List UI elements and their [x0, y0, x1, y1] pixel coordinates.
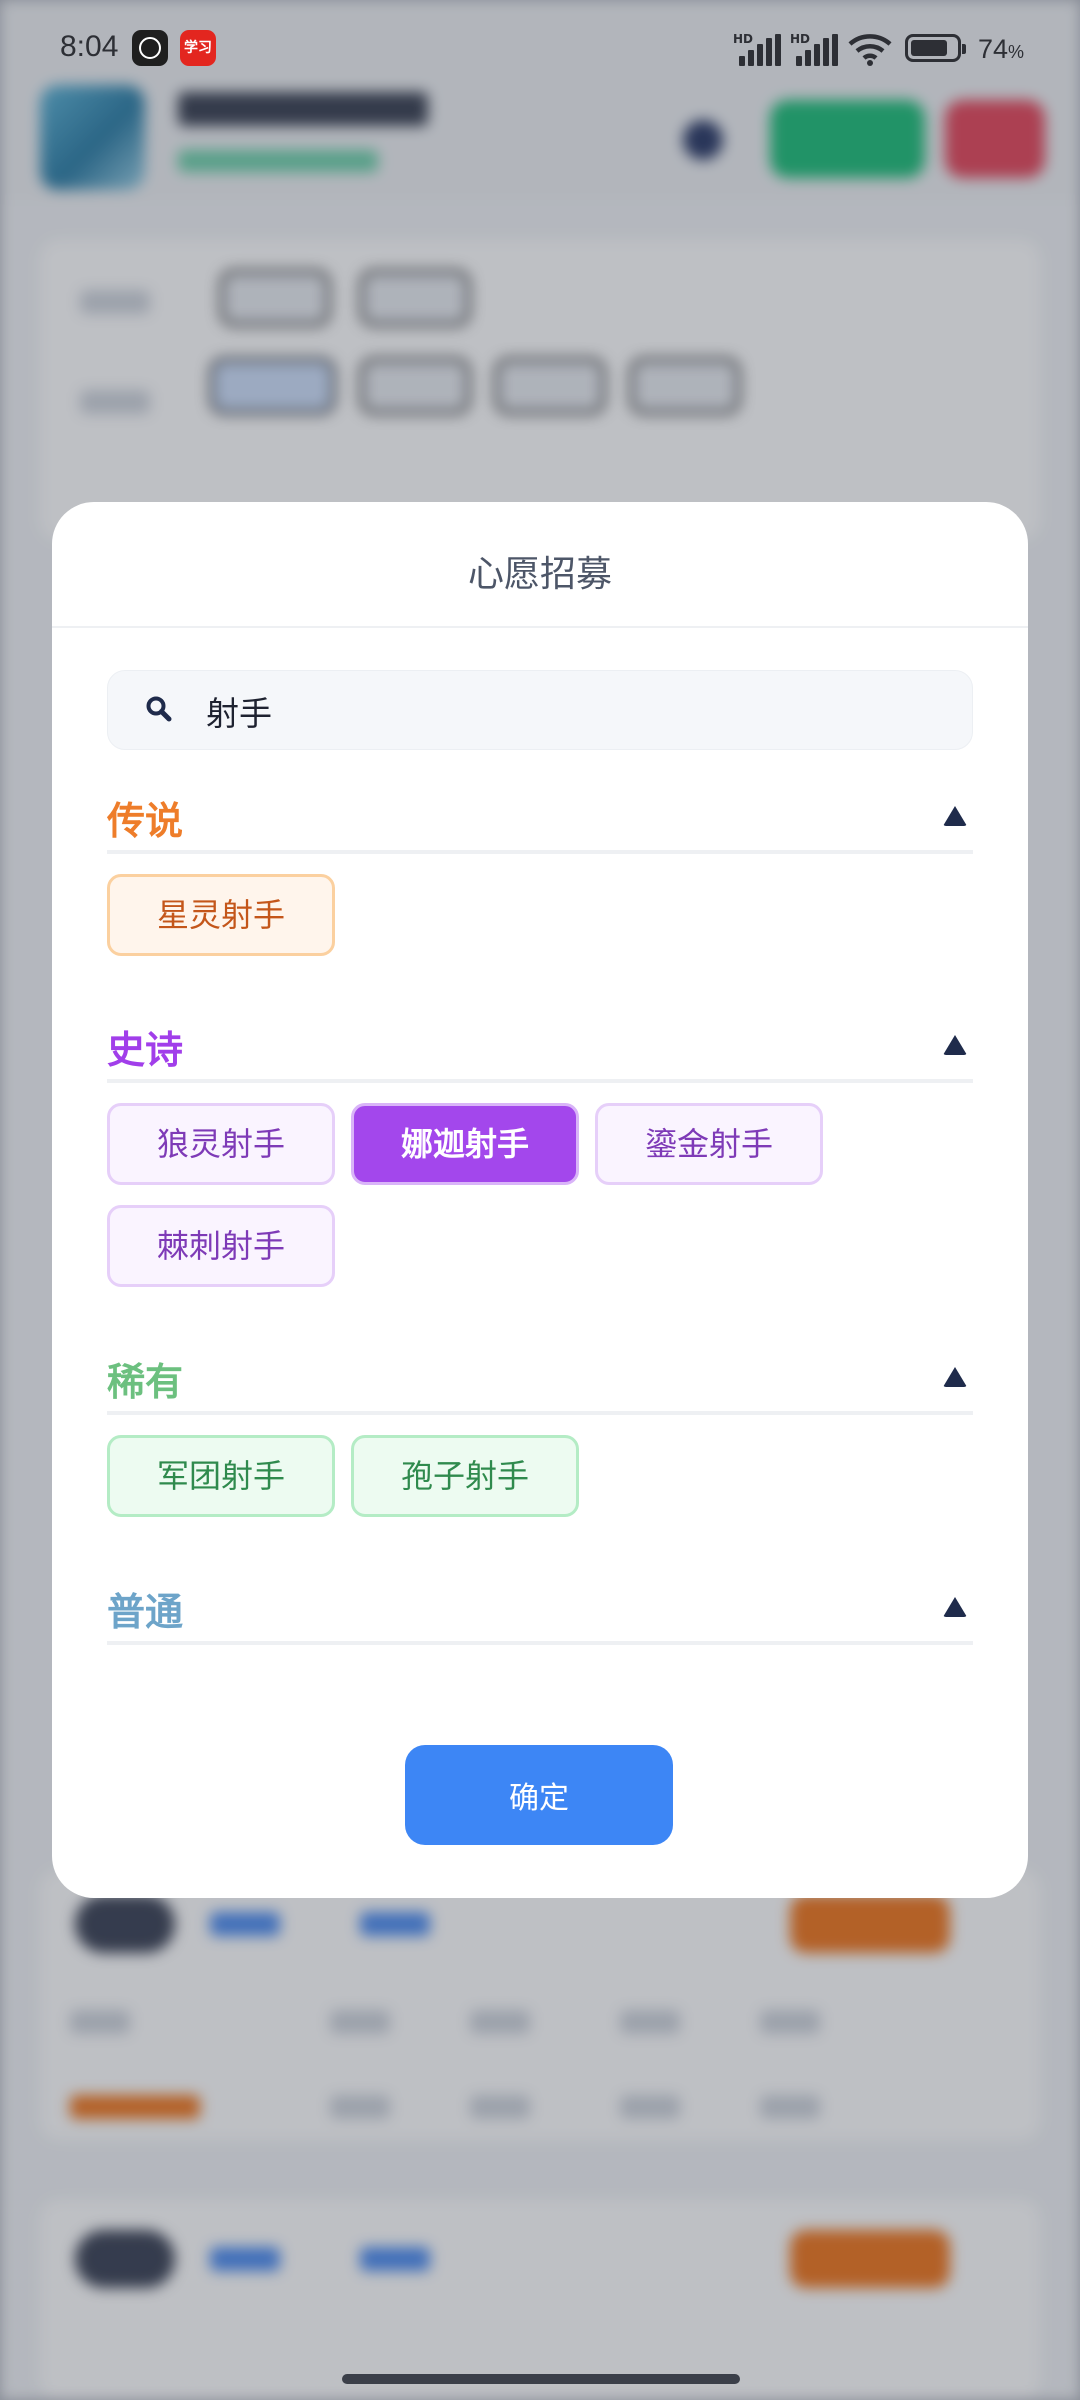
- collapse-caret-icon[interactable]: [943, 806, 967, 826]
- section-header[interactable]: 传说: [107, 778, 973, 854]
- search-box[interactable]: [107, 670, 973, 751]
- study-app-icon: 学习: [180, 30, 216, 66]
- section-title: 普通: [107, 1590, 184, 1634]
- section-legendary: 传说 星灵射手: [107, 778, 973, 956]
- section-title: 稀有: [107, 1360, 184, 1404]
- section-title: 传说: [107, 799, 184, 843]
- section-header[interactable]: 普通: [107, 1569, 973, 1645]
- hero-chip[interactable]: 棘刺射手: [107, 1205, 335, 1287]
- section-common: 普通: [107, 1569, 973, 1645]
- section-title: 史诗: [107, 1028, 184, 1072]
- battery-icon: [905, 34, 966, 62]
- hero-chip[interactable]: 狼灵射手: [107, 1103, 335, 1185]
- home-indicator[interactable]: [342, 2374, 740, 2384]
- section-header[interactable]: 史诗: [107, 1007, 973, 1083]
- confirm-button[interactable]: 确定: [405, 1745, 673, 1845]
- section-header[interactable]: 稀有: [107, 1339, 973, 1415]
- wish-recruit-dialog: 心愿招募 传说 星灵射手 史诗 狼灵射手 娜迦射手 鎏金射手 棘刺射手: [52, 502, 1028, 1898]
- section-epic: 史诗 狼灵射手 娜迦射手 鎏金射手 棘刺射手: [107, 1007, 973, 1287]
- search-input[interactable]: [204, 671, 948, 751]
- hero-chip[interactable]: 鎏金射手: [595, 1103, 823, 1185]
- collapse-caret-icon[interactable]: [943, 1035, 967, 1055]
- hero-chip[interactable]: 孢子射手: [351, 1435, 579, 1517]
- clock-app-icon: [132, 30, 168, 66]
- battery-level: 74%: [978, 34, 1025, 64]
- dialog-title: 心愿招募: [52, 502, 1028, 628]
- hero-chip[interactable]: 军团射手: [107, 1435, 335, 1517]
- signal-icon: HD: [733, 32, 783, 66]
- collapse-caret-icon[interactable]: [943, 1367, 967, 1387]
- hero-chip[interactable]: 星灵射手: [107, 874, 335, 956]
- status-time: 8:04: [60, 30, 119, 63]
- status-bar: 8:04 学习 HD HD 74%: [0, 0, 1080, 100]
- collapse-caret-icon[interactable]: [943, 1597, 967, 1617]
- search-icon: [146, 696, 172, 722]
- section-rare: 稀有 军团射手 孢子射手: [107, 1339, 973, 1517]
- signal-icon: HD: [790, 32, 840, 66]
- wifi-icon: [848, 34, 892, 66]
- hero-chip-selected[interactable]: 娜迦射手: [351, 1103, 579, 1185]
